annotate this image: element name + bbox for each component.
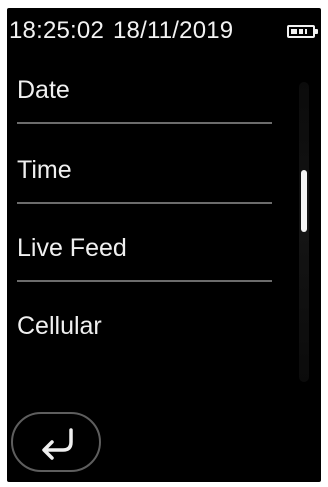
menu-item-label: Live Feed [17, 234, 127, 262]
battery-icon [287, 25, 318, 38]
menu-item-time[interactable]: Time [7, 126, 321, 204]
scrollbar-track[interactable] [299, 82, 309, 382]
scrollbar-thumb[interactable] [301, 170, 307, 232]
divider [17, 122, 272, 124]
status-time: 18:25:02 [9, 17, 105, 44]
status-bar: 18:25:02 18/11/2019 [7, 8, 321, 50]
back-button[interactable] [11, 412, 101, 472]
battery-segment-divider [297, 29, 299, 34]
status-date: 18/11/2019 [113, 17, 234, 44]
battery-segment-divider [303, 29, 305, 34]
device-screen: 18:25:02 18/11/2019 Date Time Live Feed … [7, 8, 321, 482]
menu-item-label: Cellular [17, 312, 102, 340]
battery-tip [315, 29, 318, 34]
menu-item-label: Time [17, 156, 72, 184]
menu-item-cellular[interactable]: Cellular [7, 278, 321, 354]
menu-item-date[interactable]: Date [7, 50, 321, 126]
menu-item-label: Date [17, 76, 70, 104]
settings-menu: Date Time Live Feed Cellular [7, 50, 321, 354]
menu-item-live-feed[interactable]: Live Feed [7, 202, 321, 282]
return-arrow-icon [42, 428, 73, 460]
